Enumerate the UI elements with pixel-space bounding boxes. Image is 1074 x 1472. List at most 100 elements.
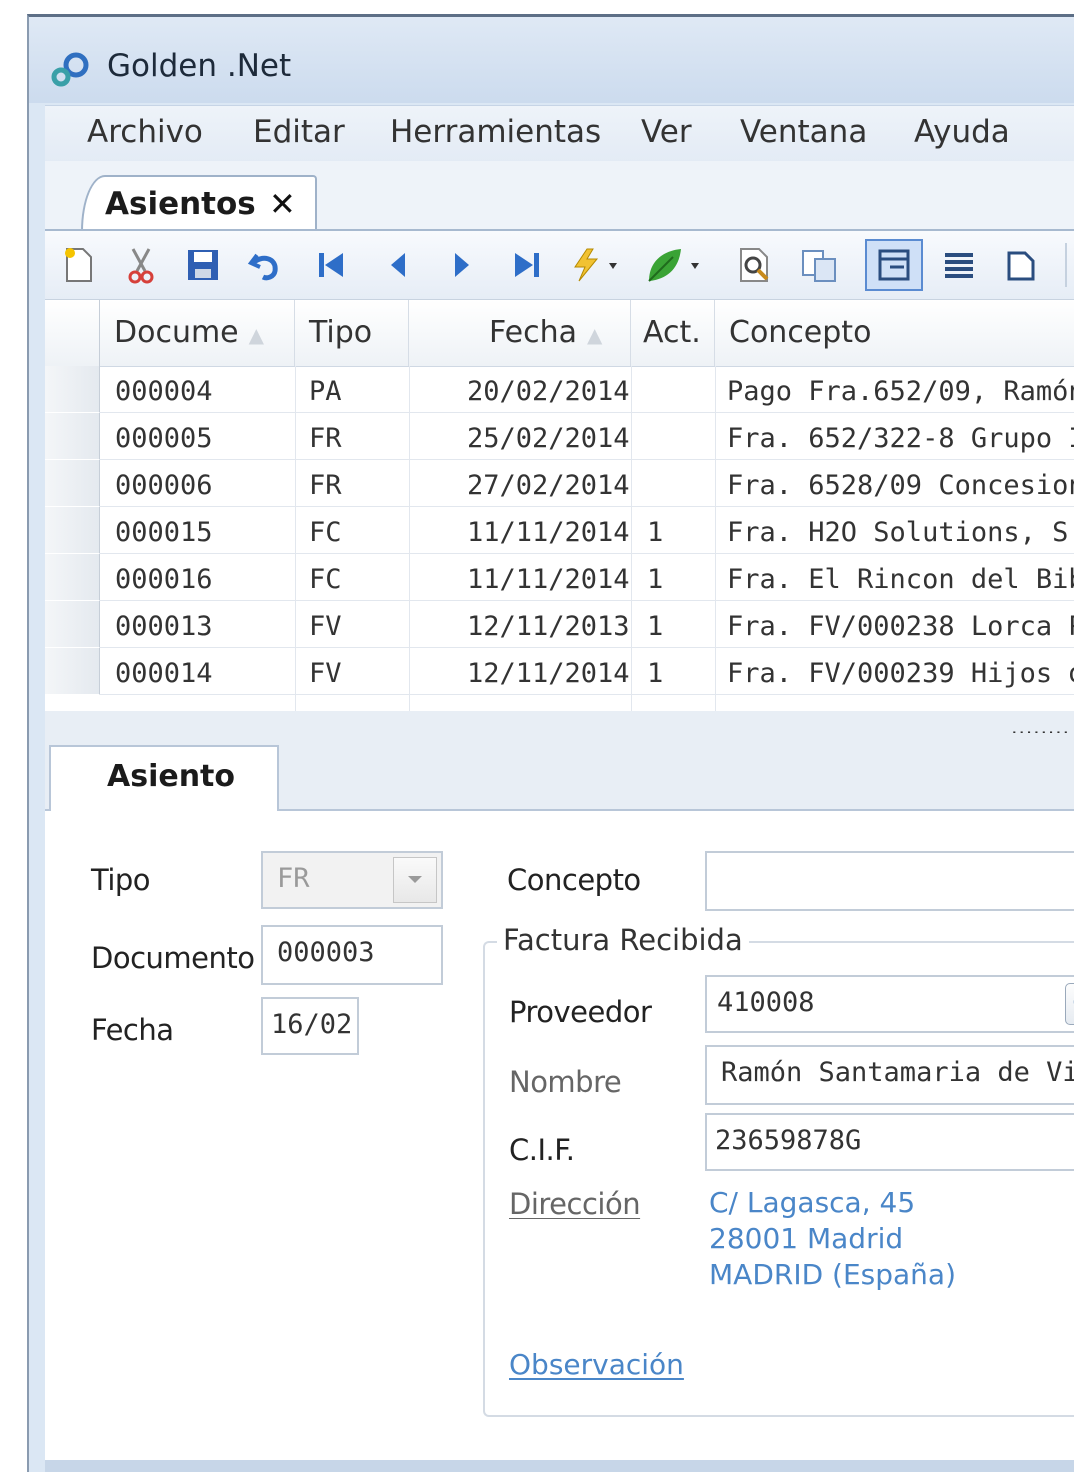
toolbar-separator (1065, 243, 1067, 287)
row-selector[interactable] (45, 460, 100, 506)
close-icon[interactable]: ✕ (269, 185, 296, 223)
cell-concepto[interactable]: Fra. El Rincon del Bibliot (727, 564, 1074, 595)
cell-documento[interactable]: 000014 (115, 658, 213, 689)
menu-herramientas[interactable]: Herramientas (390, 114, 601, 150)
cell-fecha[interactable]: 12/11/2014 (467, 658, 630, 689)
cell-tipo[interactable]: FC (309, 517, 342, 548)
preview-icon[interactable] (733, 243, 777, 287)
cell-documento[interactable]: 000006 (115, 470, 213, 501)
column-header-tipo-label: Tipo (309, 315, 373, 350)
grid-corner (45, 300, 100, 366)
next-record-icon[interactable] (439, 243, 483, 287)
chevron-down-icon[interactable] (393, 857, 437, 903)
concepto-label: Concepto (507, 863, 641, 897)
cell-fecha[interactable]: 25/02/2014 (467, 423, 630, 454)
cell-tipo[interactable]: FC (309, 564, 342, 595)
search-icon[interactable] (1065, 983, 1074, 1025)
cell-concepto[interactable]: Fra. FV/000238 Lorca Pe (727, 611, 1074, 642)
column-header-act[interactable]: Act. (631, 300, 715, 366)
tab-asientos-label: Asientos (105, 186, 256, 222)
cell-concepto[interactable]: Fra. FV/000239 Hijos de (727, 658, 1074, 689)
row-selector[interactable] (45, 413, 100, 459)
save-icon[interactable] (181, 243, 225, 287)
cell-documento[interactable]: 000004 (115, 376, 213, 407)
app-logo-icon (51, 51, 91, 87)
menu-archivo[interactable]: Archivo (87, 114, 203, 150)
column-header-tipo[interactable]: Tipo (295, 300, 409, 366)
cell-tipo[interactable]: PA (309, 376, 342, 407)
cell-concepto[interactable]: Fra. 6528/09 Concesionar (727, 470, 1074, 501)
column-header-fecha-label: Fecha (489, 315, 577, 350)
lightning-dropdown-icon[interactable] (565, 243, 629, 287)
app-window: Golden .Net Archivo Editar Herramientas … (27, 14, 1074, 1472)
cell-act[interactable]: 1 (647, 564, 663, 595)
tipo-select[interactable]: FR (261, 851, 443, 909)
cell-fecha[interactable]: 12/11/2013 (467, 611, 630, 642)
cell-fecha[interactable]: 20/02/2014 (467, 376, 630, 407)
cell-concepto[interactable]: Fra. 652/322-8 Grupo Ilu (727, 423, 1074, 454)
cell-fecha[interactable]: 27/02/2014 (467, 470, 630, 501)
cell-concepto[interactable]: Pago Fra.652/09, Ramón (727, 376, 1074, 407)
column-header-fecha[interactable]: Fecha ▲ (409, 300, 631, 366)
cell-tipo[interactable]: FV (309, 611, 342, 642)
leaf-dropdown-icon[interactable] (643, 243, 711, 287)
cell-documento[interactable]: 000015 (115, 517, 213, 548)
menu-ayuda[interactable]: Ayuda (914, 114, 1010, 150)
direccion-address[interactable]: C/ Lagasca, 45 28001 Madrid MADRID (Espa… (709, 1185, 956, 1293)
row-selector[interactable] (45, 554, 100, 600)
row-selector[interactable] (45, 648, 100, 694)
concepto-field[interactable] (705, 851, 1074, 911)
proveedor-label: Proveedor (509, 995, 652, 1029)
status-bar (45, 1460, 1074, 1472)
undo-icon[interactable] (243, 243, 287, 287)
grid-header: Docume ▲ Tipo Fecha ▲ Act. Concepto (45, 300, 1074, 367)
menu-ventana[interactable]: Ventana (740, 114, 867, 150)
menu-ver[interactable]: Ver (641, 114, 692, 150)
window-title: Golden .Net (107, 48, 292, 84)
tab-asientos[interactable]: Asientos ✕ (81, 175, 317, 231)
cell-documento[interactable]: 000005 (115, 423, 213, 454)
cell-documento[interactable]: 000016 (115, 564, 213, 595)
menu-editar[interactable]: Editar (253, 114, 345, 150)
list-view-icon[interactable] (937, 243, 981, 287)
cell-act[interactable]: 1 (647, 517, 663, 548)
copy-icon[interactable] (797, 243, 841, 287)
column-header-documento-label: Docume (114, 315, 239, 350)
first-record-icon[interactable] (309, 243, 353, 287)
cut-icon[interactable] (119, 243, 163, 287)
sort-asc-icon: ▲ (248, 323, 265, 347)
proveedor-field[interactable]: 410008 (705, 975, 1074, 1033)
observacion-link[interactable]: Observación (509, 1347, 684, 1383)
cell-tipo[interactable]: FR (309, 470, 342, 501)
cell-act[interactable]: 1 (647, 658, 663, 689)
cell-concepto[interactable]: Fra. H2O Solutions, S.L (727, 517, 1074, 548)
cell-act[interactable]: 1 (647, 611, 663, 642)
column-header-concepto[interactable]: Concepto (715, 300, 1074, 366)
row-selector[interactable] (45, 366, 100, 412)
direccion-line: 28001 Madrid (709, 1222, 904, 1255)
direccion-label: Dirección (509, 1187, 641, 1221)
cell-tipo[interactable]: FV (309, 658, 342, 689)
cell-fecha[interactable]: 11/11/2014 (467, 564, 630, 595)
cell-documento[interactable]: 000013 (115, 611, 213, 642)
previous-record-icon[interactable] (377, 243, 421, 287)
row-selector[interactable] (45, 507, 100, 553)
cell-tipo[interactable]: FR (309, 423, 342, 454)
form-view-icon[interactable] (865, 239, 923, 291)
direccion-line: C/ Lagasca, 45 (709, 1186, 916, 1219)
documento-field[interactable]: 000003 (261, 925, 443, 985)
detail-tab-bar: Asiento (45, 733, 1074, 811)
blank-page-icon[interactable] (999, 243, 1043, 287)
new-icon[interactable] (57, 243, 101, 287)
column-header-documento[interactable]: Docume ▲ (100, 300, 295, 366)
fecha-field[interactable]: 16/02 (261, 997, 359, 1055)
last-record-icon[interactable] (505, 243, 549, 287)
row-selector[interactable] (45, 601, 100, 647)
cell-fecha[interactable]: 11/11/2014 (467, 517, 630, 548)
sort-asc-icon: ▲ (586, 323, 603, 347)
column-header-concepto-label: Concepto (729, 315, 872, 350)
tab-asiento[interactable]: Asiento (49, 745, 279, 811)
documento-label: Documento (91, 941, 255, 975)
document-tab-strip: Asientos ✕ (45, 161, 1074, 231)
direccion-line: MADRID (España) (709, 1258, 957, 1291)
